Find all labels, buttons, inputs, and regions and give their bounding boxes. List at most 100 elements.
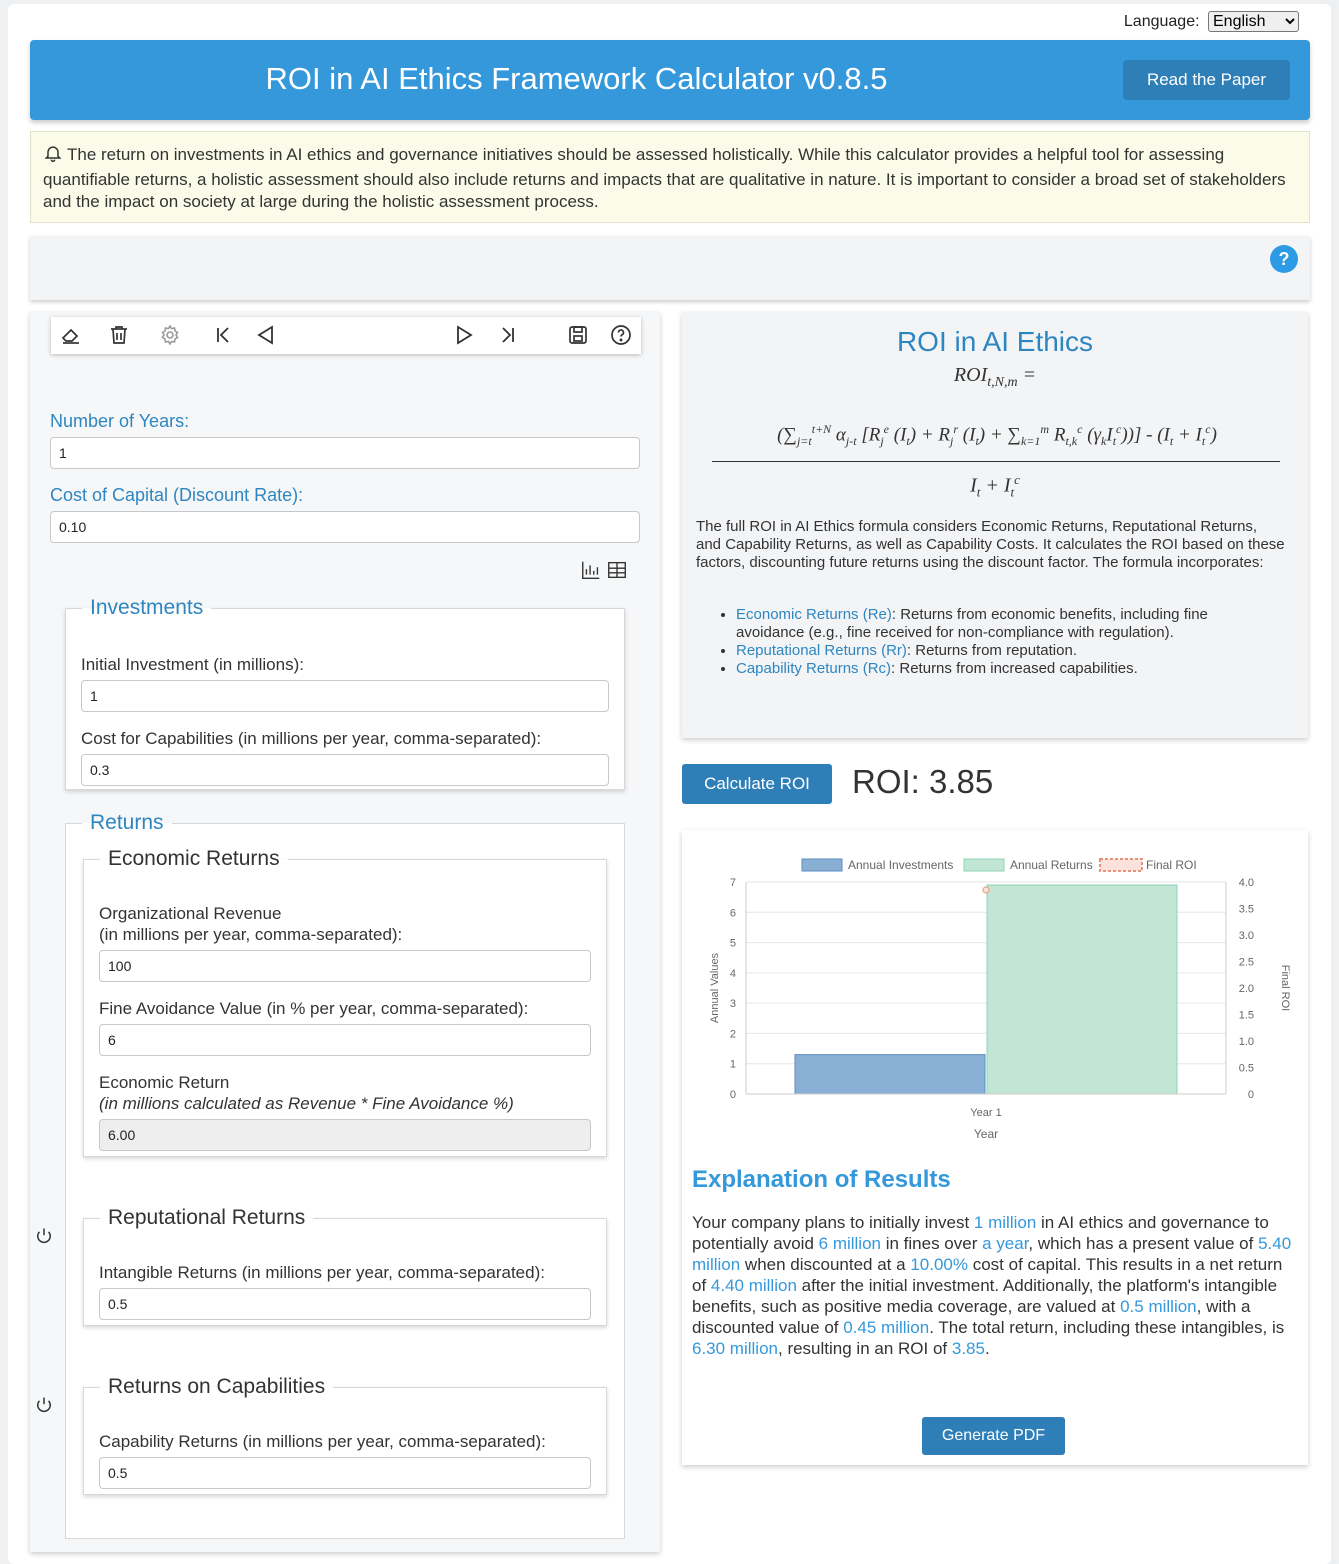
chart-view-icon[interactable] (580, 561, 602, 585)
help-circle-icon[interactable]: ? (1270, 245, 1298, 273)
intangible-returns-input[interactable]: 0.5 (99, 1288, 591, 1320)
view-toggle (580, 559, 628, 586)
cost-capital-label: Cost of Capital (Discount Rate): (50, 485, 304, 505)
investments-title: Investments (90, 596, 204, 619)
fine-avoidance-input[interactable]: 6 (99, 1024, 591, 1056)
y2-tick-label: 2.0 (1239, 983, 1254, 995)
economic-returns-title: Economic Returns (108, 847, 280, 870)
language-select[interactable]: English (1208, 11, 1299, 32)
x-tick-label: Year 1 (970, 1107, 1001, 1119)
y-tick-label: 1 (730, 1059, 736, 1071)
y-tick-label: 6 (730, 907, 736, 919)
reputational-returns-title: Reputational Returns (108, 1206, 306, 1229)
y2-tick-label: 3.0 (1239, 930, 1254, 942)
formula-description: The full ROI in AI Ethics formula consid… (696, 518, 1285, 571)
explanation-title: Explanation of Results (692, 1166, 951, 1193)
header-banner: ROI in AI Ethics Framework Calculator v0… (30, 40, 1310, 120)
years-input[interactable]: 1 (50, 437, 640, 469)
formula-numerator: (∑j=tt+N αj-t [Rje (It) + Rjr (It) + ∑k=… (777, 422, 1217, 449)
revenue-label-line2: (in millions per year, comma-separated): (99, 925, 403, 944)
intangible-returns-label: Intangible Returns (in millions per year… (99, 1263, 545, 1282)
economic-return-label-line1: Economic Return (99, 1073, 230, 1092)
reputational-power-icon[interactable] (34, 1226, 54, 1246)
eraser-icon[interactable] (59, 323, 83, 347)
help-icon[interactable] (609, 323, 633, 347)
y2-tick-label: 4.0 (1239, 877, 1254, 889)
list-item: Reputational Returns (Rr): Returns from … (736, 642, 1278, 660)
gear-icon[interactable] (158, 323, 182, 347)
capabilities-power-icon[interactable] (34, 1395, 54, 1415)
language-label: Language: (1123, 13, 1200, 30)
notice-text: The return on investments in AI ethics a… (43, 145, 1286, 211)
legend-label: Annual Returns (1010, 858, 1093, 872)
roi-chart: Annual Investments Annual Returns Final RO… (709, 858, 1291, 1141)
legend-swatch (801, 858, 843, 872)
capability-returns-label: Capability Returns (in millions per year… (99, 1432, 546, 1451)
info-bar: ? (30, 236, 1310, 300)
x-axis-title: Year (974, 1127, 998, 1141)
initial-investment-input[interactable]: 1 (81, 680, 609, 712)
previous-icon[interactable] (254, 323, 278, 347)
capability-cost-input[interactable]: 0.3 (81, 754, 609, 786)
skip-last-icon[interactable] (496, 323, 520, 347)
y2-tick-label: 0.5 (1239, 1063, 1254, 1075)
capability-returns-section: Returns on Capabilities Capability Retur… (83, 1375, 607, 1495)
fine-avoidance-label: Fine Avoidance Value (in % per year, com… (99, 999, 529, 1018)
y-tick-label: 7 (730, 877, 736, 889)
list-item: Economic Returns (Re): Returns from econ… (736, 606, 1278, 642)
investments-section: Investments Initial Investment (in milli… (65, 596, 625, 790)
y2-tick-label: 2.5 (1239, 957, 1254, 969)
y2-axis-title: Final ROI (1279, 965, 1291, 1011)
language-selector: Language: English (1124, 11, 1299, 32)
y-tick-label: 4 (730, 968, 736, 980)
skip-first-icon[interactable] (211, 323, 235, 347)
notice-box: The return on investments in AI ethics a… (30, 131, 1310, 223)
capability-cost-label: Cost for Capabilities (in millions per y… (81, 729, 542, 748)
toolbar (51, 317, 641, 354)
input-panel: Number of Years: 1 Cost of Capital (Disc… (30, 312, 660, 1552)
capability-returns-input[interactable]: 0.5 (99, 1457, 591, 1489)
formula-list: Economic Returns (Re): Returns from econ… (718, 606, 1278, 678)
next-icon[interactable] (452, 323, 476, 347)
roi-point (982, 886, 990, 894)
explanation-text: Your company plans to initially invest 1… (692, 1213, 1292, 1358)
bell-icon (43, 143, 63, 169)
y-tick-label: 3 (730, 998, 736, 1010)
years-label: Number of Years: (50, 411, 190, 431)
y-axis-title: Annual Values (709, 952, 721, 1023)
revenue-label-line1: Organizational Revenue (99, 904, 282, 923)
y-tick-label: 0 (730, 1089, 736, 1101)
y2-tick-label: 0 (1248, 1089, 1254, 1101)
y-tick-label: 5 (730, 938, 736, 950)
legend-label: Final ROI (1146, 858, 1197, 872)
calculate-roi-button[interactable]: Calculate ROI (682, 764, 832, 804)
fraction-bar (712, 461, 1280, 462)
reputational-returns-section: Reputational Returns Intangible Returns … (83, 1206, 607, 1326)
legend-swatch (1099, 858, 1143, 872)
y-tick-label: 2 (730, 1028, 736, 1040)
table-view-icon[interactable] (606, 561, 628, 585)
revenue-input[interactable]: 100 (99, 950, 591, 982)
y2-tick-label: 3.5 (1239, 904, 1254, 916)
list-item: Capability Returns (Rc): Returns from in… (736, 660, 1278, 678)
economic-return-output: 6.00 (99, 1119, 591, 1151)
results-card: Annual Investments Annual Returns Final RO… (682, 830, 1308, 1465)
legend-swatch (963, 858, 1005, 872)
bar (794, 1054, 986, 1095)
trash-icon[interactable] (107, 323, 131, 347)
cost-capital-input[interactable]: 0.10 (50, 511, 640, 543)
returns-title: Returns (90, 811, 164, 834)
formula-lhs: ROIt,N,m = (953, 364, 1037, 390)
formula-card: ROI in AI Ethics ROIt,N,m = (∑j=tt+N αj-… (682, 312, 1308, 738)
economic-return-label-line2: (in millions calculated as Revenue * Fin… (99, 1094, 514, 1113)
economic-returns-section: Economic Returns Organizational Revenue … (83, 847, 607, 1157)
save-icon[interactable] (566, 323, 590, 347)
generate-pdf-button[interactable]: Generate PDF (922, 1417, 1065, 1455)
formula-title: ROI in AI Ethics (896, 326, 1094, 357)
read-paper-button[interactable]: Read the Paper (1123, 60, 1290, 100)
formula-denominator: It + Itc (970, 472, 1020, 500)
initial-investment-label: Initial Investment (in millions): (81, 655, 304, 674)
y2-tick-label: 1.0 (1239, 1036, 1254, 1048)
page-title: ROI in AI Ethics Framework Calculator v0… (265, 61, 888, 96)
capability-returns-title: Returns on Capabilities (108, 1375, 326, 1398)
